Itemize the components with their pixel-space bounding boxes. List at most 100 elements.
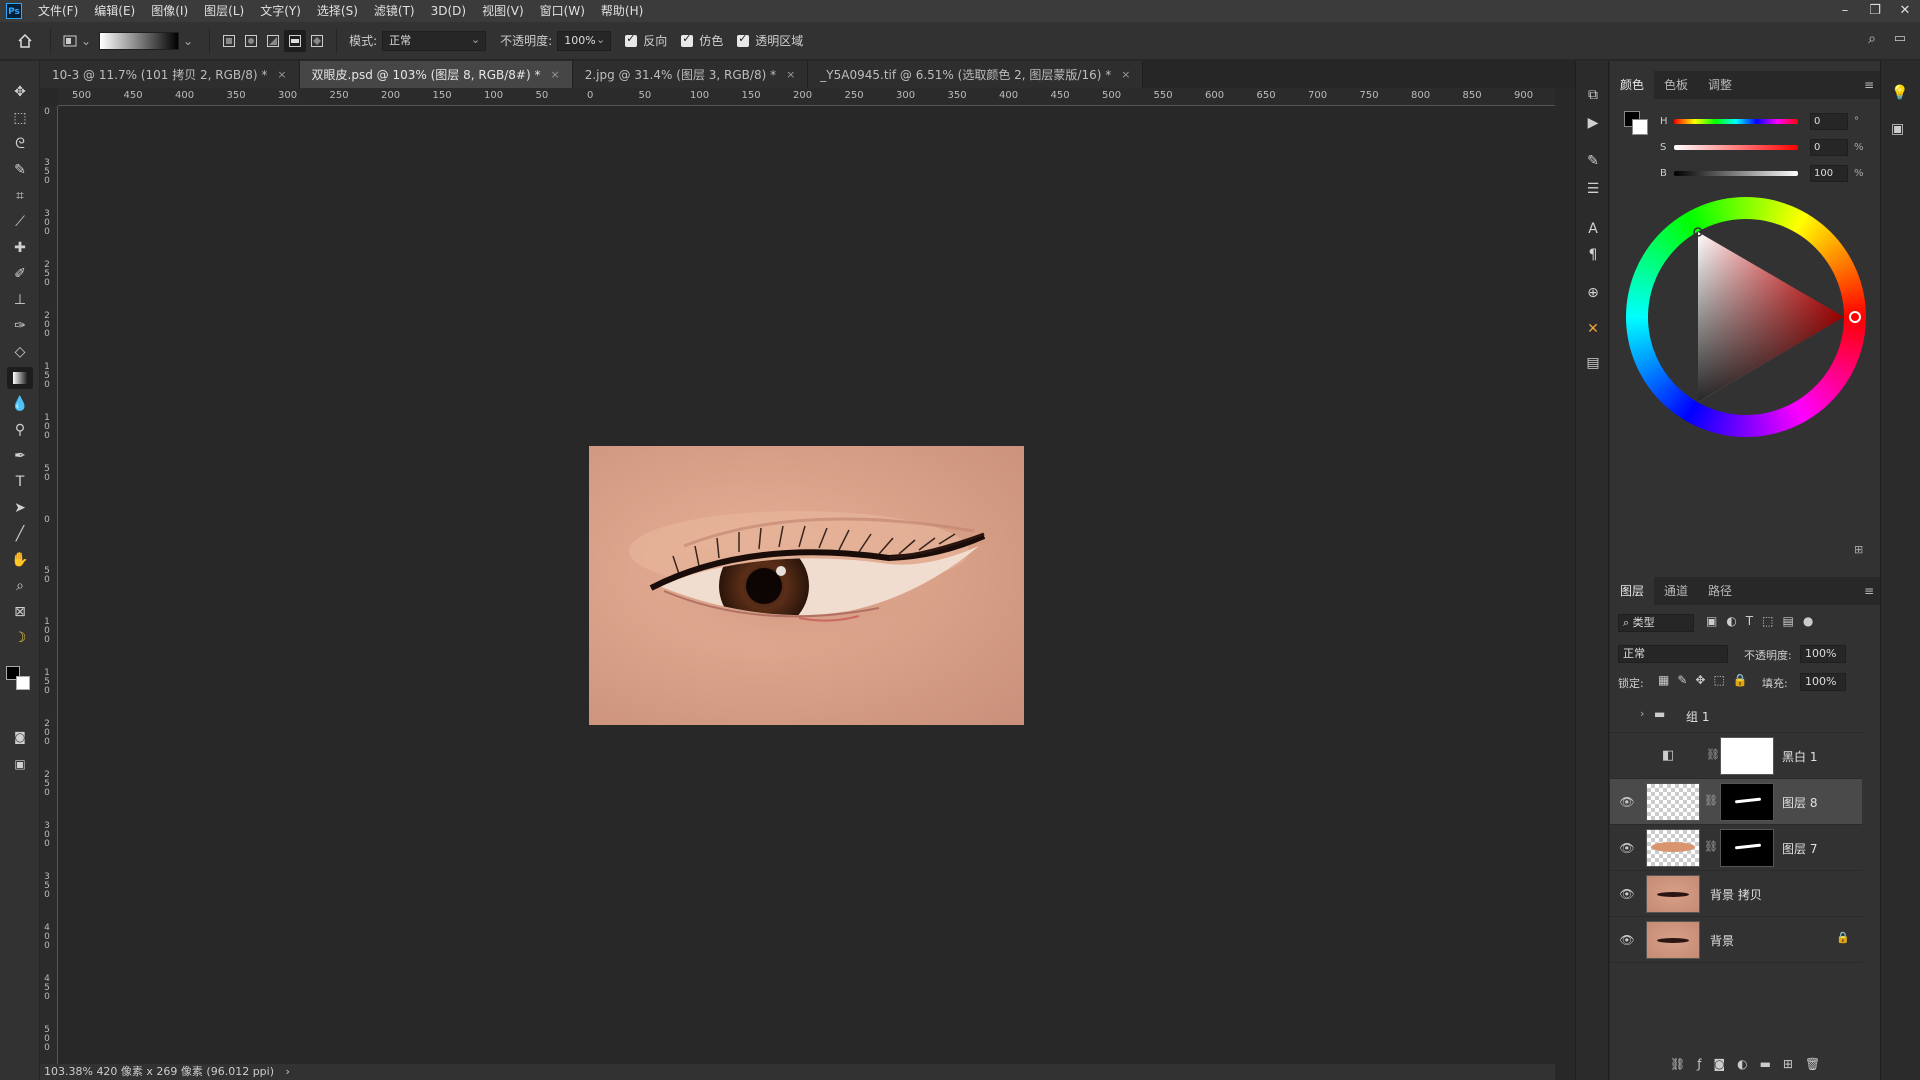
expand-icon[interactable]: ⊞ <box>1854 543 1863 556</box>
gradient-dropdown-icon[interactable]: ⌄ <box>183 34 193 48</box>
menu-file[interactable]: 文件(F) <box>30 0 86 22</box>
navigator-icon[interactable]: ⊕ <box>1583 283 1603 303</box>
menu-3d[interactable]: 3D(D) <box>423 0 474 22</box>
menu-edit[interactable]: 编辑(E) <box>86 0 143 22</box>
preset-dropdown-icon[interactable]: ⌄ <box>81 34 91 48</box>
layer-group-1[interactable]: › ▬ 组 1 <box>1610 699 1862 733</box>
quick-mask-icon[interactable]: ◙ <box>7 726 33 748</box>
tab-document-3[interactable]: 2.jpg @ 31.4% (图层 3, RGB/8) * × <box>572 61 809 88</box>
menu-type[interactable]: 文字(Y) <box>252 0 309 22</box>
history-panel-icon[interactable]: ⧉ <box>1583 85 1603 105</box>
search-icon[interactable]: ⌕ <box>1868 31 1876 47</box>
menu-filter[interactable]: 滤镜(T) <box>366 0 423 22</box>
hue-slider[interactable]: H 0 ° <box>1660 111 1859 131</box>
saturation-slider[interactable]: S 0 % <box>1660 137 1864 157</box>
learn-lightbulb-icon[interactable]: 💡 <box>1891 85 1908 101</box>
panel-menu-icon[interactable]: ≡ <box>1864 78 1874 92</box>
hue-track[interactable] <box>1674 118 1798 124</box>
lock-icons[interactable]: ▦✎✥⬚🔒 <box>1658 673 1756 687</box>
menu-help[interactable]: 帮助(H) <box>593 0 651 22</box>
menu-view[interactable]: 视图(V) <box>474 0 532 22</box>
frame-tool-icon[interactable]: ⊠ <box>7 601 33 623</box>
saturation-track[interactable] <box>1674 144 1798 150</box>
marquee-tool-icon[interactable]: ⬚ <box>7 107 33 129</box>
brush-tool-icon[interactable]: ✐ <box>7 263 33 285</box>
menu-layer[interactable]: 图层(L) <box>196 0 252 22</box>
hand-tool-icon[interactable]: ✋ <box>7 549 33 571</box>
menu-image[interactable]: 图像(I) <box>143 0 196 22</box>
reflected-gradient-icon[interactable] <box>284 29 307 52</box>
brightness-slider[interactable]: B 100 % <box>1660 163 1864 183</box>
layer-opacity-input[interactable]: 100% <box>1800 645 1846 663</box>
layer-filter-select[interactable]: ⌕ 类型 <box>1618 614 1694 632</box>
eyedropper-tool-icon[interactable]: ⟋ <box>7 211 33 233</box>
layer-7[interactable]: 👁 ⛓ 图层 7 <box>1610 825 1862 871</box>
tab-document-1[interactable]: 10-3 @ 11.7% (101 拷贝 2, RGB/8) * × <box>40 61 300 88</box>
type-tool-icon[interactable]: T <box>7 471 33 493</box>
tool-preset-icon[interactable] <box>59 30 81 52</box>
minimize-button[interactable]: – <box>1830 0 1860 22</box>
move-tool-icon[interactable]: ✥ <box>7 81 33 103</box>
mode-select[interactable]: 正常 <box>382 30 487 51</box>
transparency-checkbox[interactable]: 透明区域 <box>737 32 803 49</box>
visibility-eye-icon[interactable]: 👁 <box>1618 885 1636 903</box>
tab-adjustments[interactable]: 调整 <box>1698 71 1742 99</box>
background-color-swatch[interactable] <box>16 676 30 690</box>
gradient-tool-icon[interactable] <box>7 367 33 389</box>
layer-8[interactable]: 👁 ⛓ 图层 8 <box>1610 779 1862 825</box>
layers-footer-icons[interactable]: ⛓ƒ◙◐▬⊞🗑 <box>1670 1057 1832 1071</box>
tab-document-2[interactable]: 双眼皮.psd @ 103% (图层 8, RGB/8#) * × <box>299 61 573 88</box>
workspace-icon[interactable]: ▭ <box>1894 31 1906 46</box>
crop-tool-icon[interactable]: ⌗ <box>7 185 33 207</box>
layer-background-copy[interactable]: 👁 背景 拷贝 <box>1610 871 1862 917</box>
eraser-tool-icon[interactable]: ◇ <box>7 341 33 363</box>
angle-gradient-icon[interactable] <box>262 30 284 52</box>
character-panel-icon[interactable]: A <box>1583 219 1603 239</box>
close-tab-icon[interactable]: × <box>277 68 286 81</box>
tab-document-4[interactable]: _Y5A0945.tif @ 6.51% (选取颜色 2, 图层蒙版/16) *… <box>808 61 1144 88</box>
visibility-eye-icon[interactable]: 👁 <box>1618 793 1636 811</box>
brightness-track[interactable] <box>1674 170 1798 176</box>
saturation-input[interactable]: 0 <box>1810 138 1848 156</box>
fill-input[interactable]: 100% <box>1800 673 1846 691</box>
tab-paths[interactable]: 路径 <box>1698 577 1742 605</box>
clone-stamp-tool-icon[interactable]: ⊥ <box>7 289 33 311</box>
radial-gradient-icon[interactable] <box>240 30 262 52</box>
visibility-eye-icon[interactable]: 👁 <box>1618 839 1636 857</box>
lasso-tool-icon[interactable]: ᘓ <box>7 133 33 155</box>
layers-menu-icon[interactable]: ≡ <box>1864 584 1874 598</box>
close-tab-icon[interactable]: × <box>1121 68 1130 81</box>
actions-play-icon[interactable]: ▶ <box>1583 113 1603 133</box>
zoom-tool-icon[interactable]: ⌕ <box>7 575 33 597</box>
quick-select-tool-icon[interactable]: ✎ <box>7 159 33 181</box>
restore-button[interactable]: ❐ <box>1860 0 1890 22</box>
color-wheel[interactable] <box>1626 197 1866 437</box>
paragraph-panel-icon[interactable]: ¶ <box>1583 245 1603 265</box>
visibility-eye-icon[interactable]: 👁 <box>1618 931 1636 949</box>
eye-photo[interactable] <box>589 446 1024 725</box>
home-icon[interactable] <box>14 30 36 52</box>
layer-black-white-1[interactable]: ◧ ⛓ 黑白 1 <box>1610 733 1862 779</box>
tab-color[interactable]: 颜色 <box>1610 71 1655 99</box>
diamond-gradient-icon[interactable] <box>306 30 328 52</box>
layer-filter-icons[interactable]: ▣◐T⬚▤● <box>1706 614 1822 628</box>
tab-channels[interactable]: 通道 <box>1654 577 1698 605</box>
dither-checkbox[interactable]: 仿色 <box>681 32 723 49</box>
color-background-swatch[interactable] <box>1632 119 1648 135</box>
properties-panel-icon[interactable]: ▣ <box>1891 121 1904 137</box>
gradient-picker[interactable] <box>99 31 180 50</box>
brightness-input[interactable]: 100 <box>1810 164 1848 182</box>
tab-layers[interactable]: 图层 <box>1610 577 1655 605</box>
linear-gradient-icon[interactable] <box>218 30 240 52</box>
history-brush-tool-icon[interactable]: ✑ <box>7 315 33 337</box>
close-button[interactable]: ✕ <box>1890 0 1920 22</box>
opacity-input[interactable]: 100% <box>557 30 612 51</box>
hue-input[interactable]: 0 <box>1810 112 1848 130</box>
menu-window[interactable]: 窗口(W) <box>532 0 593 22</box>
libraries-icon[interactable]: ▤ <box>1583 353 1603 373</box>
dodge-tool-icon[interactable]: ⚲ <box>7 419 33 441</box>
reverse-checkbox[interactable]: 反向 <box>625 32 667 49</box>
line-tool-icon[interactable]: ╱ <box>7 523 33 545</box>
menu-select[interactable]: 选择(S) <box>309 0 366 22</box>
path-select-tool-icon[interactable]: ➤ <box>7 497 33 519</box>
